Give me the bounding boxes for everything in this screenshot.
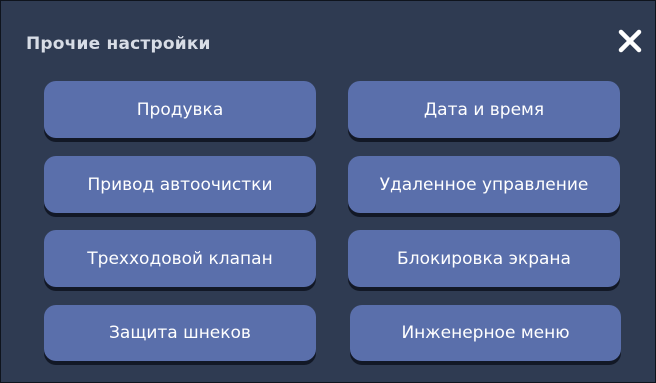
close-icon: [618, 29, 642, 53]
date-time-button[interactable]: Дата и время: [348, 81, 620, 138]
screen-lock-button[interactable]: Блокировка экрана: [348, 230, 620, 287]
settings-dialog: Прочие настройки Продувка Дата и время П…: [0, 0, 656, 383]
remote-control-button[interactable]: Удаленное управление: [348, 156, 620, 213]
engineering-menu-button[interactable]: Инженерное меню: [350, 305, 621, 361]
auger-protection-button[interactable]: Защита шнеков: [44, 305, 316, 361]
close-button[interactable]: [615, 26, 645, 56]
dialog-title: Прочие настройки: [26, 34, 211, 54]
three-way-valve-button[interactable]: Трехходовой клапан: [44, 230, 316, 287]
purge-button[interactable]: Продувка: [44, 81, 316, 138]
auto-clean-drive-button[interactable]: Привод автоочистки: [44, 156, 316, 213]
